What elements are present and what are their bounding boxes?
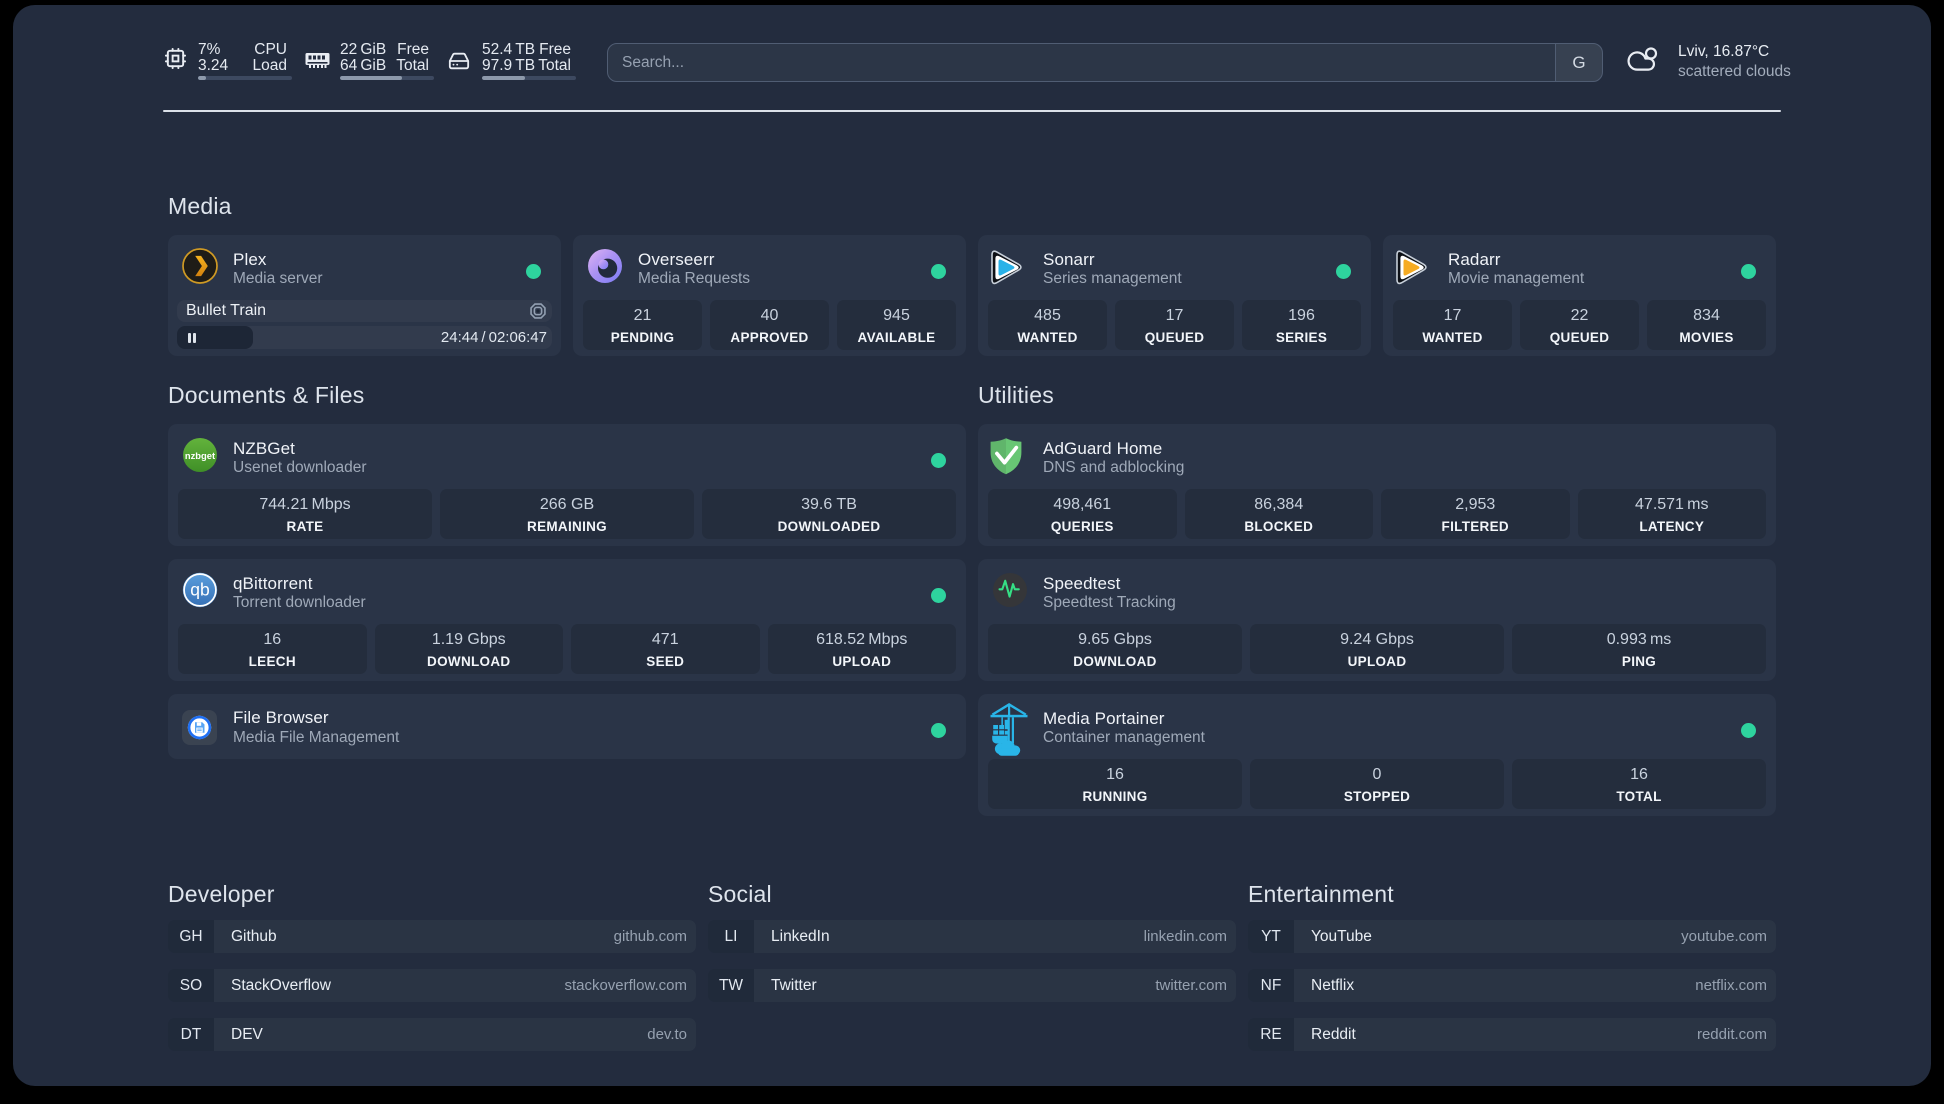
svg-text:qb: qb (190, 580, 209, 600)
svg-text:nzbget: nzbget (185, 450, 215, 461)
